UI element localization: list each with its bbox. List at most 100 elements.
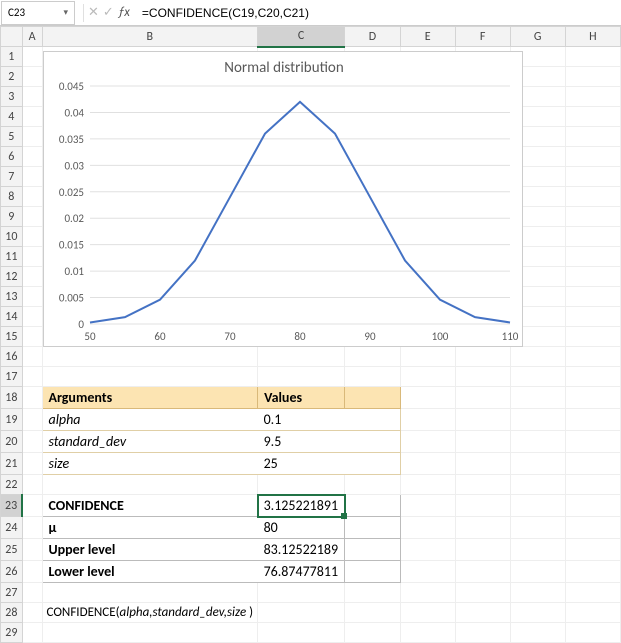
cell-E24[interactable]	[400, 517, 455, 539]
cell-A2[interactable]	[22, 67, 42, 87]
row-header-19[interactable]: 19	[1, 409, 23, 431]
cell-G22[interactable]	[510, 475, 565, 495]
cell-B19[interactable]: alpha	[42, 409, 258, 431]
cell-E23[interactable]	[400, 495, 455, 517]
row-header-28[interactable]: 28	[1, 603, 23, 623]
row-header-4[interactable]: 4	[1, 107, 23, 127]
row-header-6[interactable]: 6	[1, 147, 23, 167]
row-header-3[interactable]: 3	[1, 87, 23, 107]
cell-B22[interactable]	[42, 475, 258, 495]
cell-B25[interactable]: Upper level	[42, 539, 258, 561]
cell-F26[interactable]	[455, 561, 510, 583]
cell-E27[interactable]	[400, 583, 455, 603]
cell-H18[interactable]	[565, 387, 620, 409]
row-header-22[interactable]: 22	[1, 475, 23, 495]
cell-C26[interactable]: 76.87477811	[258, 561, 345, 583]
cell-E21[interactable]	[400, 453, 455, 475]
enter-icon[interactable]: ✓	[103, 5, 114, 20]
col-header-A[interactable]: A	[22, 27, 42, 47]
cell-A20[interactable]	[22, 431, 42, 453]
cell-H29[interactable]	[565, 623, 620, 643]
cell-D21[interactable]	[345, 453, 401, 475]
cell-H9[interactable]	[565, 207, 620, 227]
cell-A25[interactable]	[22, 539, 42, 561]
cell-D22[interactable]	[345, 475, 401, 495]
cell-A4[interactable]	[22, 107, 42, 127]
cell-H2[interactable]	[565, 67, 620, 87]
cell-H14[interactable]	[565, 307, 620, 327]
cell-F19[interactable]	[455, 409, 510, 431]
cell-A6[interactable]	[22, 147, 42, 167]
cell-A28[interactable]	[22, 603, 42, 623]
cell-G25[interactable]	[510, 539, 565, 561]
cell-A13[interactable]	[22, 287, 42, 307]
cell-A10[interactable]	[22, 227, 42, 247]
cell-C17[interactable]	[258, 367, 345, 387]
cell-A17[interactable]	[22, 367, 42, 387]
cell-D24[interactable]	[345, 517, 401, 539]
cell-H4[interactable]	[565, 107, 620, 127]
name-box-dropdown-icon[interactable]: ▾	[63, 7, 68, 18]
row-header-21[interactable]: 21	[1, 453, 23, 475]
name-box[interactable]: C23 ▾	[1, 1, 75, 25]
cell-B24[interactable]: μ	[42, 517, 258, 539]
cell-E26[interactable]	[400, 561, 455, 583]
row-header-14[interactable]: 14	[1, 307, 23, 327]
cell-E18[interactable]	[400, 387, 455, 409]
col-header-H[interactable]: H	[565, 27, 620, 47]
cell-G29[interactable]	[510, 623, 565, 643]
cell-F24[interactable]	[455, 517, 510, 539]
cell-D17[interactable]	[345, 367, 401, 387]
cell-G17[interactable]	[510, 367, 565, 387]
cell-C23[interactable]: 3.125221891	[258, 495, 345, 517]
cell-A16[interactable]	[22, 347, 42, 367]
cell-H1[interactable]	[565, 47, 620, 67]
cell-E25[interactable]	[400, 539, 455, 561]
args-header-name[interactable]: Arguments	[42, 387, 258, 409]
cell-F27[interactable]	[455, 583, 510, 603]
cell-B27[interactable]	[42, 583, 258, 603]
cell-H15[interactable]	[565, 327, 620, 347]
cell-H8[interactable]	[565, 187, 620, 207]
cell-B20[interactable]: standard_dev	[42, 431, 258, 453]
cell-F25[interactable]	[455, 539, 510, 561]
cell-B28[interactable]: CONFIDENCE(alpha,standard_dev,size )	[42, 603, 258, 623]
cancel-icon[interactable]: ✕	[88, 5, 99, 20]
col-header-C[interactable]: C	[258, 27, 345, 47]
cell-D28[interactable]	[345, 603, 401, 623]
cell-H10[interactable]	[565, 227, 620, 247]
cell-H22[interactable]	[565, 475, 620, 495]
cell-F29[interactable]	[455, 623, 510, 643]
cell-A23[interactable]	[22, 495, 42, 517]
cell-H13[interactable]	[565, 287, 620, 307]
cell-H27[interactable]	[565, 583, 620, 603]
cell-C16[interactable]	[258, 347, 345, 367]
cell-D19[interactable]	[345, 409, 401, 431]
cell-C27[interactable]	[258, 583, 345, 603]
cell-H24[interactable]	[565, 517, 620, 539]
cell-A14[interactable]	[22, 307, 42, 327]
cell-E16[interactable]	[400, 347, 455, 367]
cell-A24[interactable]	[22, 517, 42, 539]
row-header-5[interactable]: 5	[1, 127, 23, 147]
cell-A5[interactable]	[22, 127, 42, 147]
cell-H3[interactable]	[565, 87, 620, 107]
cell-F22[interactable]	[455, 475, 510, 495]
row-header-12[interactable]: 12	[1, 267, 23, 287]
cell-A8[interactable]	[22, 187, 42, 207]
cell-E28[interactable]	[400, 603, 455, 623]
cell-A22[interactable]	[22, 475, 42, 495]
row-header-17[interactable]: 17	[1, 367, 23, 387]
cell-E17[interactable]	[400, 367, 455, 387]
cell-F17[interactable]	[455, 367, 510, 387]
cell-F21[interactable]	[455, 453, 510, 475]
row-header-13[interactable]: 13	[1, 287, 23, 307]
cell-C25[interactable]: 83.12522189	[258, 539, 345, 561]
cell-A21[interactable]	[22, 453, 42, 475]
cell-F28[interactable]	[455, 603, 510, 623]
cell-H17[interactable]	[565, 367, 620, 387]
col-header-B[interactable]: B	[42, 27, 258, 47]
cell-B21[interactable]: size	[42, 453, 258, 475]
col-header-G[interactable]: G	[510, 27, 565, 47]
cell-H19[interactable]	[565, 409, 620, 431]
